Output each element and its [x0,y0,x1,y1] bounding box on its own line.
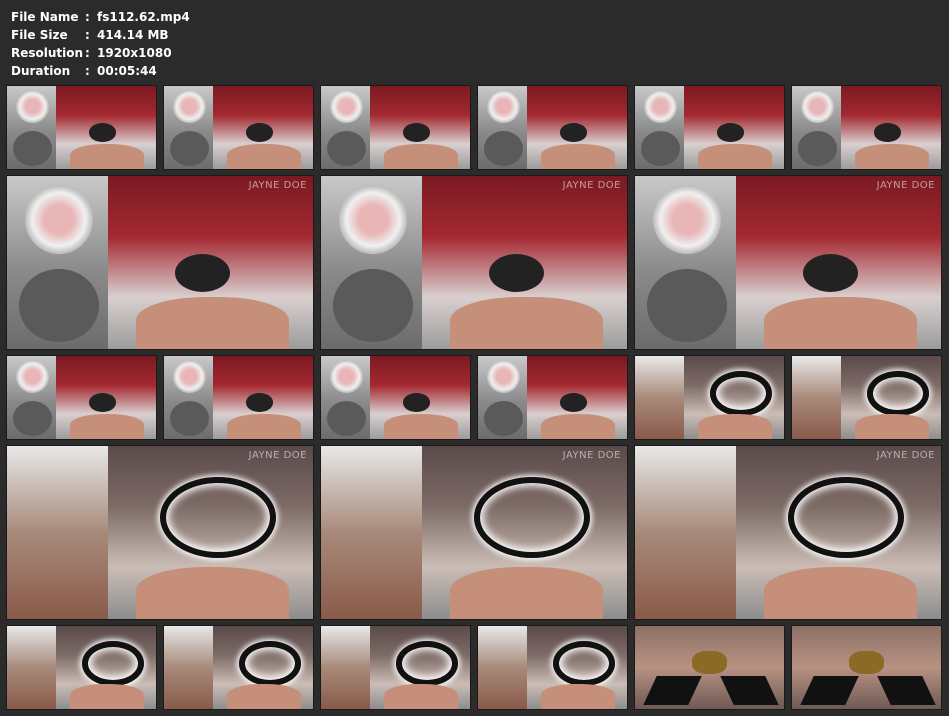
thumbnail[interactable] [791,355,942,440]
thumbnail[interactable] [6,85,157,170]
thumbnail[interactable]: JAYNE DOE [6,445,314,620]
watermark: JAYNE DOE [876,180,935,191]
thumbnail[interactable] [791,625,942,710]
thumbnail[interactable] [163,355,314,440]
thumbnail-grid: JAYNE DOE JAYNE DOE JAYNE DOE JAYNE DOE … [0,0,949,716]
watermark: JAYNE DOE [562,180,621,191]
watermark: JAYNE DOE [562,450,621,461]
thumbnail[interactable] [163,625,314,710]
thumbnail[interactable] [477,355,628,440]
thumbnail[interactable]: JAYNE DOE [320,175,628,350]
thumbnail[interactable]: JAYNE DOE [6,175,314,350]
thumbnail[interactable] [634,625,785,710]
thumbnail[interactable] [6,355,157,440]
thumbnail[interactable]: JAYNE DOE [634,175,942,350]
thumbnail[interactable]: JAYNE DOE [634,445,942,620]
thumbnail[interactable] [6,625,157,710]
thumbnail[interactable] [320,355,471,440]
thumbnail[interactable] [477,625,628,710]
thumbnail[interactable] [320,625,471,710]
thumbnail[interactable] [320,85,471,170]
thumbnail[interactable] [634,85,785,170]
thumbnail[interactable] [634,355,785,440]
thumbnail[interactable] [791,85,942,170]
watermark: JAYNE DOE [876,450,935,461]
thumbnail[interactable]: JAYNE DOE [320,445,628,620]
watermark: JAYNE DOE [248,450,307,461]
thumbnail[interactable] [163,85,314,170]
watermark: JAYNE DOE [248,180,307,191]
thumbnail[interactable] [477,85,628,170]
